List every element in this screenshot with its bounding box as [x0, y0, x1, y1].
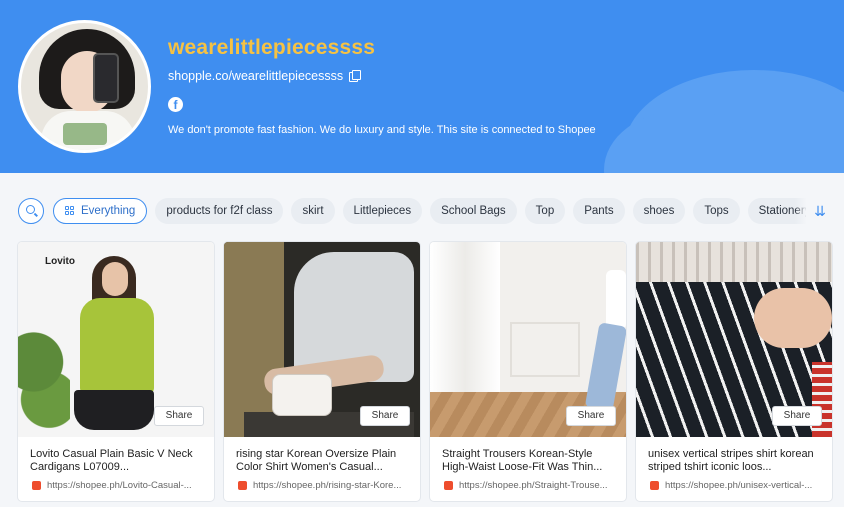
product-card[interactable]: Lovito Share Lovito Casual Plain Basic V…: [18, 242, 214, 501]
shopee-icon: [238, 481, 247, 490]
share-button[interactable]: Share: [772, 406, 822, 426]
copy-icon[interactable]: [349, 70, 362, 82]
avatar: [18, 20, 151, 153]
profile-header: wearelittlepiecessss shopple.co/wearelit…: [0, 0, 844, 173]
brand-overlay: Lovito: [45, 256, 75, 267]
grid-icon: [65, 206, 75, 216]
product-source[interactable]: https://shopee.ph/rising-star-Kore...: [238, 480, 414, 491]
chip-everything[interactable]: Everything: [53, 198, 148, 224]
share-button[interactable]: Share: [566, 406, 616, 426]
product-grid: Lovito Share Lovito Casual Plain Basic V…: [18, 242, 833, 502]
category-filter-bar: Everything products for f2f class skirt …: [0, 190, 844, 230]
product-card[interactable]: Share unisex vertical stripes shirt kore…: [636, 242, 832, 501]
product-url: https://shopee.ph/Straight-Trouse...: [459, 480, 608, 491]
share-button[interactable]: Share: [360, 406, 410, 426]
chip-school-bags[interactable]: School Bags: [430, 198, 517, 224]
chip-products-for-f2f-class[interactable]: products for f2f class: [155, 198, 284, 224]
product-source[interactable]: https://shopee.ph/Lovito-Casual-...: [32, 480, 208, 491]
product-card[interactable]: Share rising star Korean Oversize Plain …: [224, 242, 420, 501]
product-title[interactable]: rising star Korean Oversize Plain Color …: [236, 448, 412, 474]
shop-name: wearelittlepiecessss: [168, 36, 376, 59]
chip-tops[interactable]: Tops: [693, 198, 740, 224]
chip-pants[interactable]: Pants: [573, 198, 625, 224]
shopee-icon: [444, 481, 453, 490]
facebook-icon[interactable]: f: [168, 97, 183, 112]
product-url: https://shopee.ph/Lovito-Casual-...: [47, 480, 192, 491]
product-card[interactable]: Share Straight Trousers Korean-Style Hig…: [430, 242, 626, 501]
product-source[interactable]: https://shopee.ph/unisex-vertical-...: [650, 480, 826, 491]
double-chevron-down-icon[interactable]: ⇊: [810, 200, 830, 222]
shopee-icon: [650, 481, 659, 490]
shop-link-row: shopple.co/wearelittlepiecessss: [168, 69, 362, 83]
share-button[interactable]: Share: [154, 406, 204, 426]
product-title[interactable]: unisex vertical stripes shirt korean str…: [648, 448, 824, 474]
shop-bio: We don't promote fast fashion. We do lux…: [168, 124, 596, 136]
category-chips: Everything products for f2f class skirt …: [53, 198, 806, 226]
shopee-icon: [32, 481, 41, 490]
product-url: https://shopee.ph/rising-star-Kore...: [253, 480, 402, 491]
chip-label: Everything: [81, 205, 136, 217]
product-title[interactable]: Straight Trousers Korean-Style High-Wais…: [442, 448, 618, 474]
chip-skirt[interactable]: skirt: [291, 198, 335, 224]
shop-link[interactable]: shopple.co/wearelittlepiecessss: [168, 69, 343, 83]
chip-shoes[interactable]: shoes: [632, 198, 686, 224]
chip-top[interactable]: Top: [524, 198, 566, 224]
product-url: https://shopee.ph/unisex-vertical-...: [665, 480, 813, 491]
search-icon[interactable]: [18, 198, 44, 224]
chip-littlepieces[interactable]: Littlepieces: [342, 198, 423, 224]
product-title[interactable]: Lovito Casual Plain Basic V Neck Cardiga…: [30, 448, 206, 474]
product-source[interactable]: https://shopee.ph/Straight-Trouse...: [444, 480, 620, 491]
chip-fade: [795, 198, 807, 226]
